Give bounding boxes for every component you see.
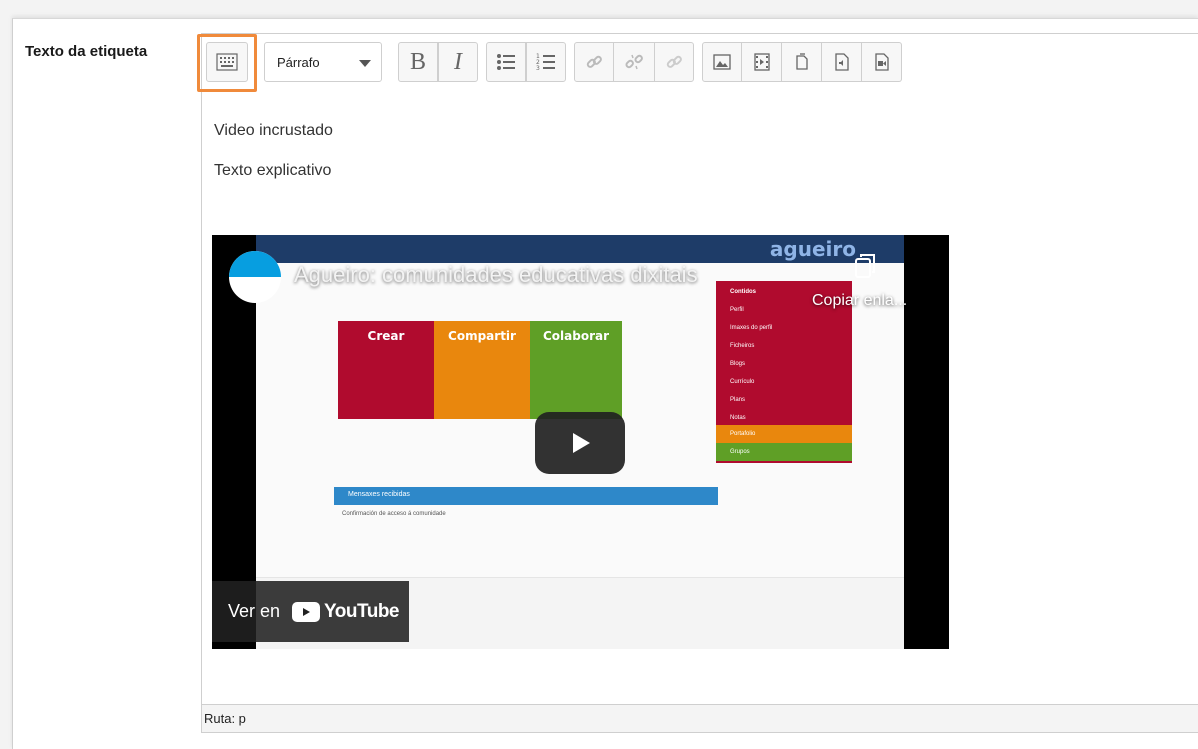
content-line-2[interactable]: Texto explicativo [214,162,331,180]
format-select-value: Párrafo [277,54,320,70]
watch-on-youtube-button[interactable]: Ver en YouTube [212,581,409,642]
svg-text:3: 3 [536,65,540,71]
messages-header-label: Mensaxes recibidas [348,491,410,498]
menu-groups-label: Grupos [730,449,750,455]
youtube-logo: YouTube [292,601,399,623]
record-video-button[interactable] [862,42,902,82]
youtube-wordmark: YouTube [324,600,399,622]
copy-link-label[interactable]: Copiar enla... [812,292,907,310]
play-icon [573,433,590,453]
youtube-play-icon [292,601,321,622]
chevron-down-icon [359,60,371,67]
rich-text-editor[interactable]: Párrafo B I 123 Video incrustado Texto e… [197,33,1198,733]
editor-toolbar: Párrafo B I 123 [197,34,1198,92]
field-label: Texto da etiqueta [25,43,148,60]
anchor-link-icon [666,55,682,68]
menu-item: Notas [730,415,746,421]
puzzle-compartir: Compartir [434,321,530,419]
video-title[interactable]: Agueiro: comunidades educativas dixitais [294,262,698,288]
menu-groups: Grupos [716,443,852,461]
puzzle-compartir-label: Compartir [448,329,516,343]
element-path: Ruta: p [204,711,246,726]
unlink-icon [625,54,643,70]
manage-files-button[interactable] [782,42,822,82]
menu-item: Imaxes do perfil [730,325,773,331]
toolbar-toggle-button[interactable] [206,42,248,82]
content-line-1[interactable]: Video incrustado [214,122,333,140]
embedded-video[interactable]: agueiro Crear Compartir Colaborar Contid… [212,235,949,649]
anchor-button[interactable] [654,42,694,82]
numbered-list-icon: 123 [536,53,555,71]
menu-item: Currículo [730,379,755,385]
bullet-list-icon [497,54,515,70]
copy-icon[interactable] [854,253,878,279]
puzzle-colaborar-label: Colaborar [542,329,610,343]
thumbnail-brand: agueiro [769,237,856,261]
unlink-button[interactable] [614,42,654,82]
menu-item: Perfil [730,307,744,313]
keyboard-icon [216,53,238,71]
image-icon [713,54,731,70]
link-button[interactable] [574,42,614,82]
file-icon [795,53,808,70]
form-card: Texto da etiqueta Párrafo B I 123 Video … [12,18,1198,749]
play-button[interactable] [535,412,625,474]
menu-item: Ficheiros [730,343,755,349]
insert-media-button[interactable] [742,42,782,82]
menu-title: Contidos [730,289,756,295]
puzzle-crear-label: Crear [367,329,405,343]
puzzle-colaborar: Colaborar [530,321,622,419]
record-audio-button[interactable] [822,42,862,82]
watch-on-label: Ver en [228,601,281,621]
video-file-icon [874,53,889,71]
messages-header: Mensaxes recibidas [334,487,718,505]
audio-file-icon [834,53,849,71]
paragraph-format-select[interactable]: Párrafo [264,42,382,82]
channel-avatar[interactable] [229,251,281,303]
menu-portfolio: Portafolio [716,425,852,443]
bold-button[interactable]: B [398,42,438,82]
unordered-list-button[interactable] [486,42,526,82]
italic-button[interactable]: I [438,42,478,82]
film-icon [753,53,770,71]
editor-statusbar: Ruta: p [202,704,1198,732]
thumbnail-topbar: agueiro [256,235,904,263]
puzzle-crear: Crear [338,321,434,419]
ordered-list-button[interactable]: 123 [526,42,566,82]
messages-item: Confirmación de acceso á comunidade [342,511,446,517]
menu-portfolio-label: Portafolio [730,431,756,437]
insert-image-button[interactable] [702,42,742,82]
menu-item: Blogs [730,361,746,367]
link-icon [586,55,602,68]
menu-item: Plans [730,397,746,403]
